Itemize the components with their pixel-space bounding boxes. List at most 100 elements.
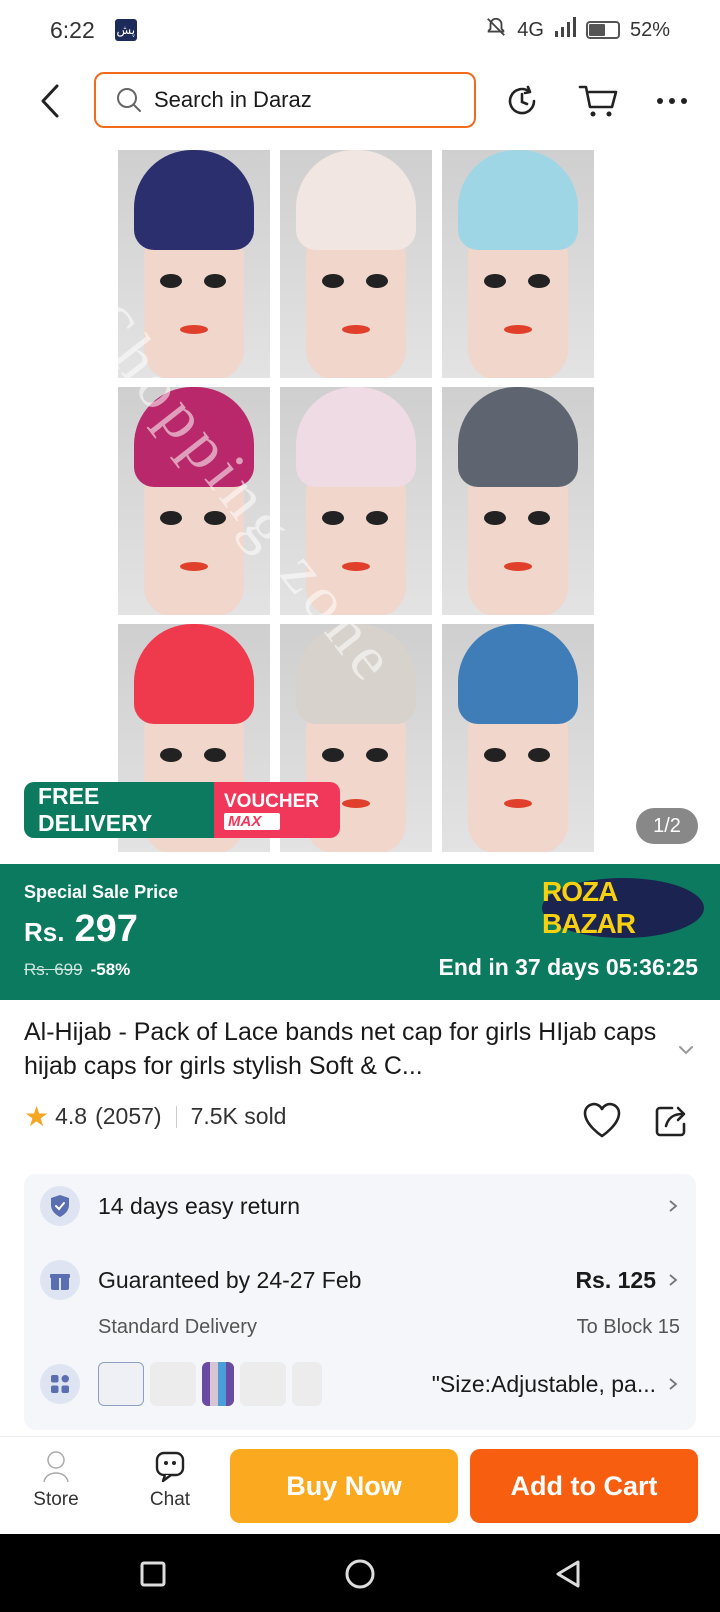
voucher-max-label: MAX	[224, 812, 280, 830]
mannequin-eye	[528, 511, 550, 525]
mannequin-lips	[180, 325, 208, 334]
search-placeholder: Search in Daraz	[154, 87, 312, 112]
image-page-indicator: 1/2	[636, 808, 698, 844]
system-navigation-bar	[0, 1534, 720, 1612]
store-button[interactable]: Store	[6, 1447, 106, 1511]
mannequin-lips	[342, 325, 370, 334]
chevron-right-icon	[669, 1200, 678, 1212]
divider	[175, 1105, 177, 1128]
brand-logo: ROZA BAZAR	[542, 876, 704, 939]
promo-badge: FREE DELIVERY VOUCHER MAX	[24, 782, 340, 838]
variant-row[interactable]: "Size:Adjustable, pa...	[40, 1362, 680, 1406]
free-delivery-badge: FREE DELIVERY	[24, 782, 214, 838]
status-bar: 6:22 پش 4G 52%	[0, 0, 720, 60]
recents-button[interactable]	[133, 1554, 173, 1594]
discount-percent: -58%	[90, 960, 131, 979]
lace-cap	[134, 624, 254, 724]
sale-price: Rs. 297	[24, 908, 138, 951]
gallery-cell	[442, 387, 594, 615]
mannequin-lips	[342, 799, 370, 808]
voucher-label: VOUCHER	[224, 790, 320, 812]
mannequin-lips	[180, 562, 208, 571]
price-value: 297	[74, 908, 138, 950]
variant-thumb[interactable]	[150, 1362, 196, 1406]
more-icon	[657, 98, 687, 104]
buy-now-button[interactable]: Buy Now	[230, 1449, 458, 1523]
product-image[interactable]	[118, 150, 601, 852]
chat-icon	[151, 1447, 189, 1485]
status-time: 6:22	[50, 16, 95, 43]
variant-thumb[interactable]	[240, 1362, 286, 1406]
share-icon	[655, 1106, 686, 1137]
back-triangle-icon	[556, 1560, 580, 1588]
variants-grid-icon	[40, 1364, 80, 1404]
mannequin-eye	[160, 274, 182, 288]
gift-box-icon	[40, 1260, 80, 1300]
variant-thumb[interactable]	[292, 1362, 322, 1406]
gallery-cell	[280, 150, 432, 378]
mannequin-eye	[322, 274, 344, 288]
rating-row[interactable]: ★ 4.8 (2057) 7.5K sold	[24, 1100, 286, 1133]
mannequin-eye	[160, 511, 182, 525]
expand-title-icon[interactable]	[676, 1040, 696, 1060]
mannequin-eye	[366, 511, 388, 525]
gallery-cell	[442, 150, 594, 378]
share-button[interactable]	[652, 1100, 692, 1140]
search-input[interactable]: Search in Daraz	[94, 72, 476, 128]
store-label: Store	[33, 1489, 79, 1510]
battery-icon	[585, 21, 620, 39]
lace-cap	[296, 150, 416, 250]
mannequin-eye	[322, 511, 344, 525]
status-indicators: 4G 52%	[485, 16, 670, 44]
bottom-action-bar: Store Chat Buy Now Add to Cart	[0, 1436, 720, 1532]
back-button[interactable]	[30, 80, 70, 122]
mannequin-lips	[504, 325, 532, 334]
home-icon	[345, 1559, 375, 1589]
history-button[interactable]	[500, 80, 544, 122]
mute-icon	[485, 16, 507, 44]
chat-button[interactable]: Chat	[120, 1447, 220, 1511]
mannequin-lips	[504, 562, 532, 571]
mannequin-lips	[504, 799, 532, 808]
delivery-location: To Block 15	[576, 1316, 680, 1338]
return-policy-row[interactable]: 14 days easy return	[40, 1186, 680, 1226]
voucher-max-badge: VOUCHER MAX	[214, 782, 340, 838]
back-arrow-icon	[41, 84, 59, 118]
wishlist-button[interactable]	[580, 1098, 624, 1142]
variant-thumbnails	[98, 1362, 328, 1406]
star-icon: ★	[24, 1101, 50, 1132]
cart-button[interactable]	[576, 80, 620, 122]
sale-countdown: End in 37 days 05:36:25	[438, 954, 698, 980]
delivery-row[interactable]: Guaranteed by 24-27 Feb Rs. 125	[40, 1260, 680, 1300]
product-title: Al-Hijab - Pack of Lace bands net cap fo…	[24, 1018, 657, 1080]
mannequin-eye	[528, 274, 550, 288]
battery-percent: 52%	[629, 18, 670, 41]
add-to-cart-button[interactable]: Add to Cart	[470, 1449, 698, 1523]
lace-cap	[458, 150, 578, 250]
mannequin-eye	[322, 748, 344, 762]
delivery-fee: Rs. 125	[575, 1266, 656, 1293]
store-logo-icon	[37, 1447, 75, 1485]
app-notification-icon: پش	[114, 19, 137, 41]
mannequin-eye	[160, 748, 182, 762]
more-options-button[interactable]	[650, 80, 694, 122]
recents-icon	[140, 1561, 166, 1587]
top-bar: Search in Daraz	[0, 72, 720, 130]
home-button[interactable]	[340, 1554, 380, 1594]
variant-summary: "Size:Adjustable, pa...	[431, 1370, 656, 1397]
mannequin-eye	[484, 274, 506, 288]
refresh-icon	[508, 85, 536, 115]
variant-thumb[interactable]	[202, 1362, 234, 1406]
lace-cap	[134, 150, 254, 250]
original-price: Rs. 699	[24, 960, 83, 979]
delivery-type: Standard Delivery	[98, 1316, 257, 1338]
heart-icon	[583, 1102, 621, 1138]
variant-thumb[interactable]	[98, 1362, 144, 1406]
mannequin-eye	[484, 748, 506, 762]
delivery-info-card: 14 days easy return Guaranteed by 24-27 …	[24, 1174, 696, 1430]
mannequin-eye	[366, 748, 388, 762]
system-back-button[interactable]	[548, 1554, 588, 1594]
mannequin-eye	[528, 748, 550, 762]
review-count: (2057)	[95, 1103, 162, 1129]
lace-cap	[296, 387, 416, 487]
